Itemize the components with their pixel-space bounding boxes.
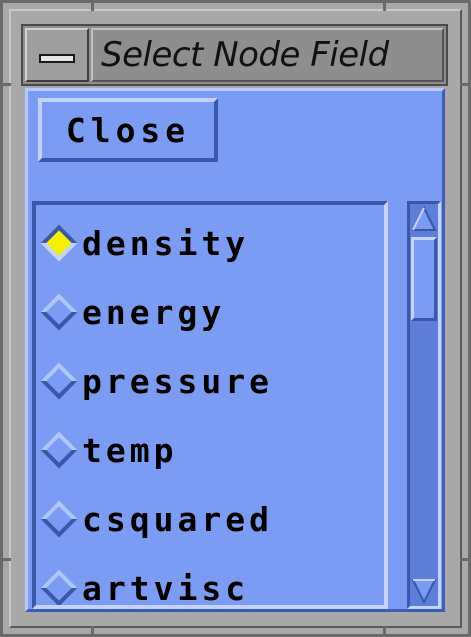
field-option-pressure[interactable]: pressure [40, 351, 273, 411]
frame-resize-notch[interactable] [460, 83, 468, 86]
field-option-label: pressure [82, 361, 273, 401]
frame-resize-notch[interactable] [3, 558, 11, 561]
scrollbar[interactable] [407, 201, 441, 609]
field-option-density[interactable]: density [40, 213, 250, 273]
field-option-label: density [82, 223, 250, 263]
scroll-up-arrow-icon[interactable] [411, 205, 437, 233]
field-option-label: energy [82, 292, 226, 332]
field-list: density energy pressure temp csquared artvisc [32, 201, 388, 609]
close-button[interactable]: Close [38, 98, 218, 162]
frame-resize-notch[interactable] [383, 626, 386, 634]
field-option-label: temp [82, 430, 178, 470]
field-option-artvisc[interactable]: artvisc [40, 558, 250, 608]
frame-resize-notch[interactable] [91, 626, 94, 634]
window-title: Select Node Field [101, 35, 389, 75]
radio-unselected-icon[interactable] [40, 500, 78, 538]
title-area[interactable]: Select Node Field [91, 28, 444, 82]
radio-unselected-icon[interactable] [40, 293, 78, 331]
radio-selected-icon[interactable] [40, 224, 78, 262]
field-option-label: artvisc [82, 568, 250, 608]
radio-unselected-icon[interactable] [40, 362, 78, 400]
dialog-panel: Close density energy pressure temp csquared a… [25, 88, 445, 612]
title-bar[interactable]: Select Node Field [21, 24, 448, 86]
scroll-down-arrow-icon[interactable] [411, 577, 437, 605]
field-option-energy[interactable]: energy [40, 282, 226, 342]
close-button-label: Close [65, 110, 191, 150]
radio-unselected-icon[interactable] [40, 431, 78, 469]
field-option-temp[interactable]: temp [40, 420, 178, 480]
window-menu-button[interactable] [25, 28, 89, 82]
frame-resize-notch[interactable] [3, 83, 11, 86]
radio-unselected-icon[interactable] [40, 569, 78, 605]
frame-resize-notch[interactable] [383, 3, 386, 11]
field-option-label: csquared [82, 499, 273, 539]
frame-resize-notch[interactable] [460, 558, 468, 561]
scroll-thumb[interactable] [411, 237, 437, 321]
field-option-csquared[interactable]: csquared [40, 489, 273, 549]
frame-resize-notch[interactable] [91, 3, 94, 11]
window-menu-icon [39, 54, 75, 63]
